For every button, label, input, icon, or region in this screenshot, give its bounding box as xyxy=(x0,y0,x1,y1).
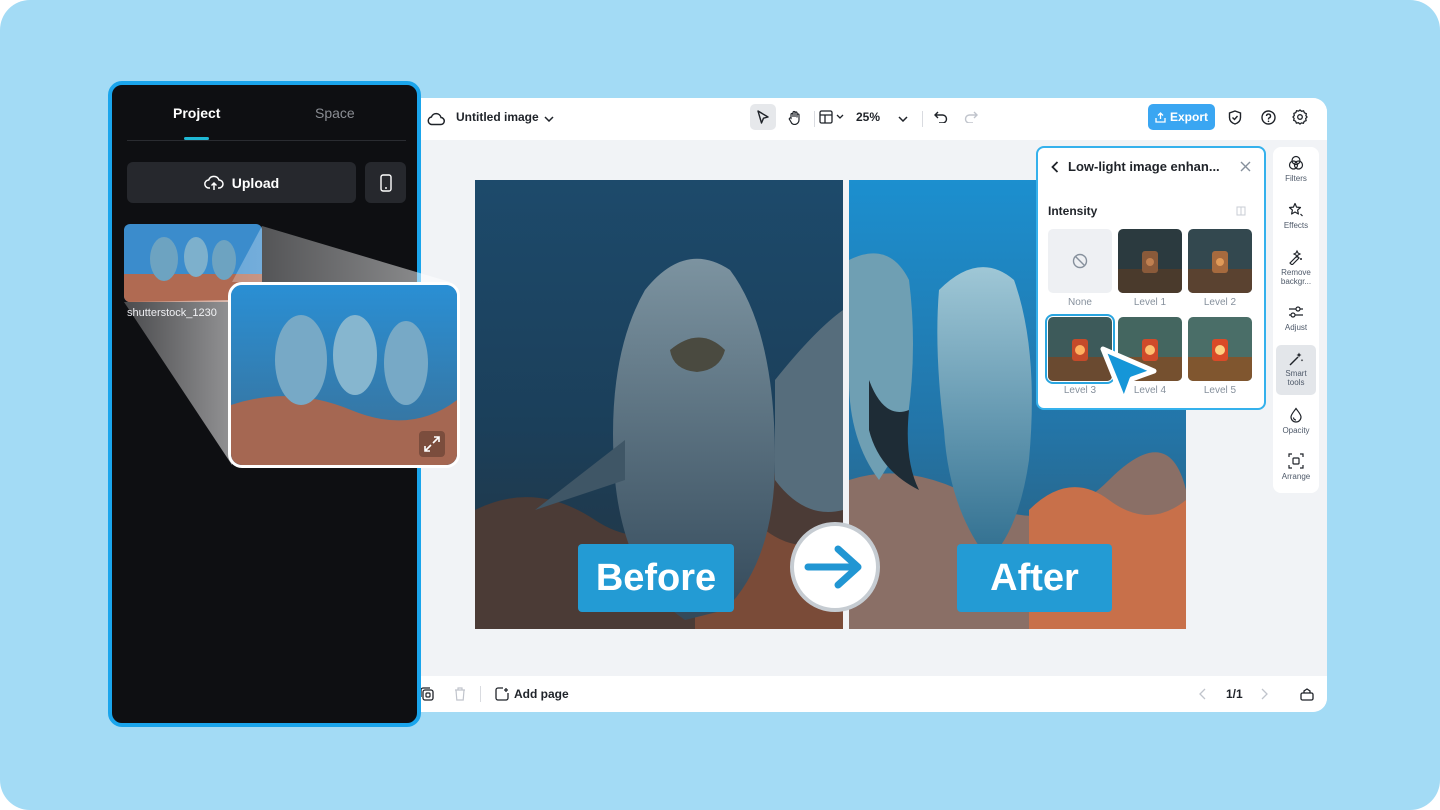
page-background: Untitled image 25% Export Before After A… xyxy=(0,0,1440,810)
expand-icon[interactable] xyxy=(421,433,443,460)
preview-zoom-card xyxy=(228,282,460,468)
zoom-connector xyxy=(124,226,450,465)
